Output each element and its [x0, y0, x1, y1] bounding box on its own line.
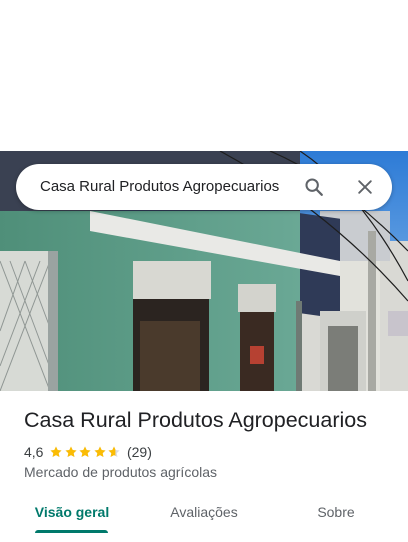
star-icon: [108, 446, 121, 458]
close-icon: [358, 180, 372, 194]
rating-value: 4,6: [24, 444, 44, 460]
search-button[interactable]: [300, 173, 328, 201]
rating-stars: [49, 445, 122, 459]
search-icon: [305, 178, 323, 196]
star-icon: [94, 446, 106, 458]
tab-reviews[interactable]: Avaliações: [154, 493, 254, 531]
clear-search-button[interactable]: [351, 173, 379, 201]
rating-row[interactable]: 4,6 (29): [24, 442, 152, 462]
place-category[interactable]: Mercado de produtos agrícolas: [24, 464, 217, 480]
place-title: Casa Rural Produtos Agropecuarios: [24, 408, 367, 432]
search-bar[interactable]: Casa Rural Produtos Agropecuarios: [16, 164, 392, 210]
place-tabs: Visão geral Avaliações Sobre: [0, 493, 408, 537]
search-input[interactable]: Casa Rural Produtos Agropecuarios: [40, 164, 279, 210]
review-count[interactable]: (29): [127, 444, 152, 460]
tab-about[interactable]: Sobre: [286, 493, 386, 531]
tab-overview[interactable]: Visão geral: [22, 493, 122, 531]
star-icon: [79, 446, 92, 458]
active-tab-indicator: [35, 530, 108, 533]
star-icon: [50, 446, 63, 458]
star-icon: [65, 446, 77, 458]
